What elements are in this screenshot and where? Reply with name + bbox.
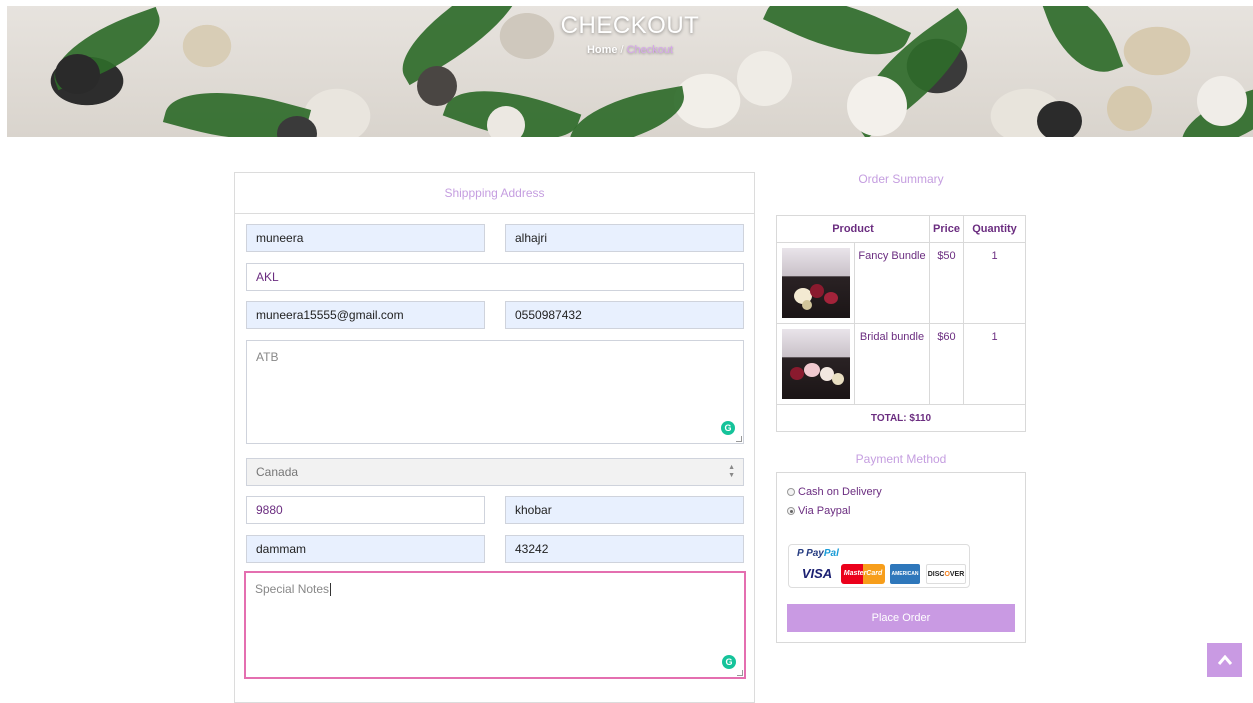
column-header-product: Product xyxy=(776,215,930,243)
paypal-accepted-cards: P PayPal VISA MasterCard AMERICAN EXPRES… xyxy=(788,544,970,597)
place-order-button[interactable]: Place Order xyxy=(787,604,1015,632)
product-image-cell xyxy=(776,323,855,405)
product-image[interactable] xyxy=(781,329,850,399)
cash-on-delivery-radio[interactable] xyxy=(787,488,795,496)
visa-logo: VISA xyxy=(801,566,833,581)
hero-banner: CHECKOUT Home / Checkout xyxy=(7,6,1253,137)
product-image-cell xyxy=(776,242,855,324)
order-summary-heading: Order Summary xyxy=(858,172,944,186)
resize-handle[interactable] xyxy=(736,436,742,442)
last-name-field[interactable]: alhajri xyxy=(505,224,744,252)
product-name: Bridal bundle xyxy=(854,323,930,405)
table-row: Bridal bundle $60 1 xyxy=(776,323,1026,405)
product-price: $60 xyxy=(929,323,964,405)
scroll-to-top-button[interactable] xyxy=(1207,643,1242,677)
special-notes-textarea[interactable]: Special Notes G xyxy=(244,571,746,679)
zip-field[interactable]: 43242 xyxy=(505,535,744,563)
order-total: TOTAL: $110 xyxy=(776,404,1026,432)
company-field[interactable]: AKL xyxy=(246,263,744,291)
breadcrumb-current: Checkout xyxy=(626,44,674,56)
country-select-value: Canada xyxy=(256,465,299,479)
via-paypal-radio[interactable] xyxy=(787,507,795,515)
select-arrows-icon: ▲ ▼ xyxy=(728,464,735,479)
product-image[interactable] xyxy=(781,248,850,318)
first-name-field[interactable]: muneera xyxy=(246,224,485,252)
address-textarea[interactable]: ATB G xyxy=(246,340,744,444)
mastercard-logo: MasterCard xyxy=(841,564,885,584)
shipping-address-heading: Shippping Address xyxy=(235,173,754,214)
amex-logo: AMERICAN EXPRESS xyxy=(890,564,920,597)
resize-handle[interactable] xyxy=(737,670,743,676)
shipping-address-panel: Shippping Address muneera alhajri AKL mu… xyxy=(234,172,755,703)
breadcrumb-separator: / xyxy=(620,44,624,56)
special-notes-placeholder: Special Notes xyxy=(255,582,330,596)
payment-option-paypal[interactable]: Via Paypal xyxy=(787,505,850,517)
payment-method-panel: Cash on Delivery Via Paypal P PayPal VIS… xyxy=(776,472,1026,643)
payment-option-cash[interactable]: Cash on Delivery xyxy=(787,486,882,498)
product-name: Fancy Bundle xyxy=(854,242,930,324)
address-text: ATB xyxy=(256,350,279,364)
state-field[interactable]: dammam xyxy=(246,535,485,563)
chevron-up-icon xyxy=(1217,654,1232,665)
paypal-logo: P PayPal xyxy=(797,548,839,559)
postcode-field[interactable]: 9880 xyxy=(246,496,485,524)
payment-option-label: Via Paypal xyxy=(798,505,851,517)
product-quantity: 1 xyxy=(963,323,1026,405)
country-select[interactable]: Canada ▲ ▼ xyxy=(246,458,744,486)
order-summary-table: Product Price Quantity Fancy Bundle $50 … xyxy=(776,215,1026,432)
phone-field[interactable]: 0550987432 xyxy=(505,301,744,329)
grammarly-icon[interactable]: G xyxy=(722,655,736,669)
grammarly-icon[interactable]: G xyxy=(721,421,735,435)
breadcrumb: Home / Checkout xyxy=(7,44,1253,56)
product-price: $50 xyxy=(929,242,964,324)
city-field[interactable]: khobar xyxy=(505,496,744,524)
table-row: Fancy Bundle $50 1 xyxy=(776,242,1026,324)
page-title: CHECKOUT xyxy=(560,12,700,39)
discover-logo: DISCOVER xyxy=(926,564,966,584)
payment-method-heading: Payment Method xyxy=(855,452,947,466)
text-cursor xyxy=(330,583,332,597)
email-field[interactable]: muneera15555@gmail.com xyxy=(246,301,485,329)
payment-option-label: Cash on Delivery xyxy=(798,486,882,498)
column-header-price: Price xyxy=(929,215,964,243)
breadcrumb-home-link[interactable]: Home xyxy=(587,44,618,56)
column-header-quantity: Quantity xyxy=(963,215,1026,243)
product-quantity: 1 xyxy=(963,242,1026,324)
